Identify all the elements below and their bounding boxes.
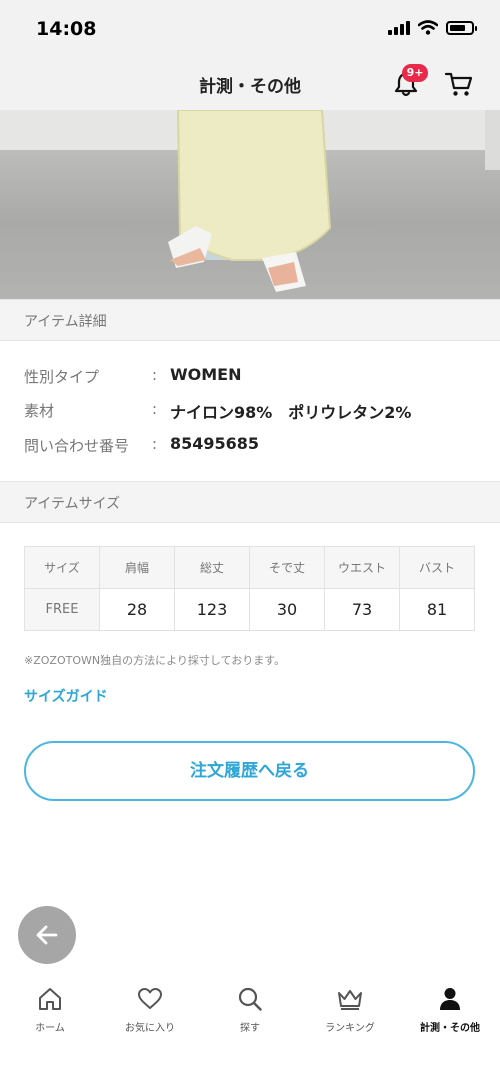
detail-value: 85495685 <box>170 434 260 453</box>
item-details-header: アイテム詳細 <box>0 299 500 341</box>
size-cell: 30 <box>249 588 325 631</box>
tab-label: お気に入り <box>125 1023 175 1034</box>
signal-icon <box>388 20 410 35</box>
size-table: サイズ 肩幅 総丈 そで丈 ウエスト バスト FREE 28 123 30 73… <box>24 546 475 631</box>
detail-row-gender: 性別タイプ : WOMEN <box>24 364 476 388</box>
size-cell: 123 <box>174 588 250 631</box>
size-guide-link[interactable]: サイズガイド <box>24 686 108 706</box>
wifi-icon <box>418 20 438 35</box>
person-icon <box>440 988 460 1010</box>
size-column-header: そで丈 <box>249 546 325 589</box>
size-column-header: サイズ <box>24 546 100 589</box>
size-column-header: ウエスト <box>324 546 400 589</box>
detail-value: ナイロン98% ポリウレタン2% <box>170 403 412 422</box>
status-time: 14:08 <box>36 18 97 40</box>
detail-colon: : <box>152 400 158 418</box>
detail-label: 問い合わせ番号 <box>24 437 130 455</box>
notification-badge: 9+ <box>402 64 428 82</box>
detail-colon: : <box>152 435 158 453</box>
measurement-note: ※ZOZOTOWN独自の方法により採寸しております。 <box>24 654 286 667</box>
detail-label: 素材 <box>24 402 55 420</box>
size-cell: 28 <box>99 588 175 631</box>
tab-bar: ホーム お気に入り 探す ランキング 計測・その他 <box>0 976 500 1080</box>
cart-icon[interactable] <box>444 70 474 98</box>
table-row: FREE 28 123 30 73 81 <box>24 588 475 631</box>
size-cell: FREE <box>24 588 100 631</box>
tab-label: 計測・その他 <box>420 1023 480 1034</box>
item-size-title: アイテムサイズ <box>24 496 121 512</box>
back-button[interactable] <box>18 906 76 964</box>
tab-favorites[interactable]: お気に入り <box>100 986 200 1046</box>
size-table-header-row: サイズ 肩幅 総丈 そで丈 ウエスト バスト <box>24 546 475 589</box>
status-bar: 14:08 <box>0 0 500 58</box>
detail-label: 性別タイプ <box>24 368 100 386</box>
nav-bar: 計測・その他 9+ <box>0 58 500 110</box>
crown-icon <box>338 990 362 1010</box>
tab-label: ランキング <box>325 1023 375 1034</box>
item-details-title: アイテム詳細 <box>24 314 107 330</box>
size-cell: 73 <box>324 588 400 631</box>
tab-search[interactable]: 探す <box>200 986 300 1046</box>
size-cell: 81 <box>399 588 475 631</box>
tab-measurement-other[interactable]: 計測・その他 <box>400 986 500 1046</box>
item-size-header: アイテムサイズ <box>0 481 500 523</box>
search-icon <box>238 987 262 1011</box>
size-column-header: 肩幅 <box>99 546 175 589</box>
home-icon <box>39 988 61 1010</box>
detail-colon: : <box>152 366 158 384</box>
tab-home[interactable]: ホーム <box>0 986 100 1046</box>
product-photo <box>0 110 500 300</box>
detail-value: WOMEN <box>170 365 242 384</box>
size-column-header: バスト <box>399 546 475 589</box>
battery-icon <box>446 20 477 35</box>
tab-label: 探す <box>240 1023 260 1034</box>
status-icons <box>388 20 477 35</box>
tab-label: ホーム <box>35 1023 65 1034</box>
back-to-orders-button[interactable]: 注文履歴へ戻る <box>24 741 475 801</box>
arrow-left-icon <box>36 925 58 945</box>
size-column-header: 総丈 <box>174 546 250 589</box>
heart-icon <box>138 988 162 1009</box>
detail-row-material: 素材 : ナイロン98% ポリウレタン2% <box>24 398 476 422</box>
tab-ranking[interactable]: ランキング <box>300 986 400 1046</box>
detail-row-inquiry-number: 問い合わせ番号 : 85495685 <box>24 433 476 457</box>
